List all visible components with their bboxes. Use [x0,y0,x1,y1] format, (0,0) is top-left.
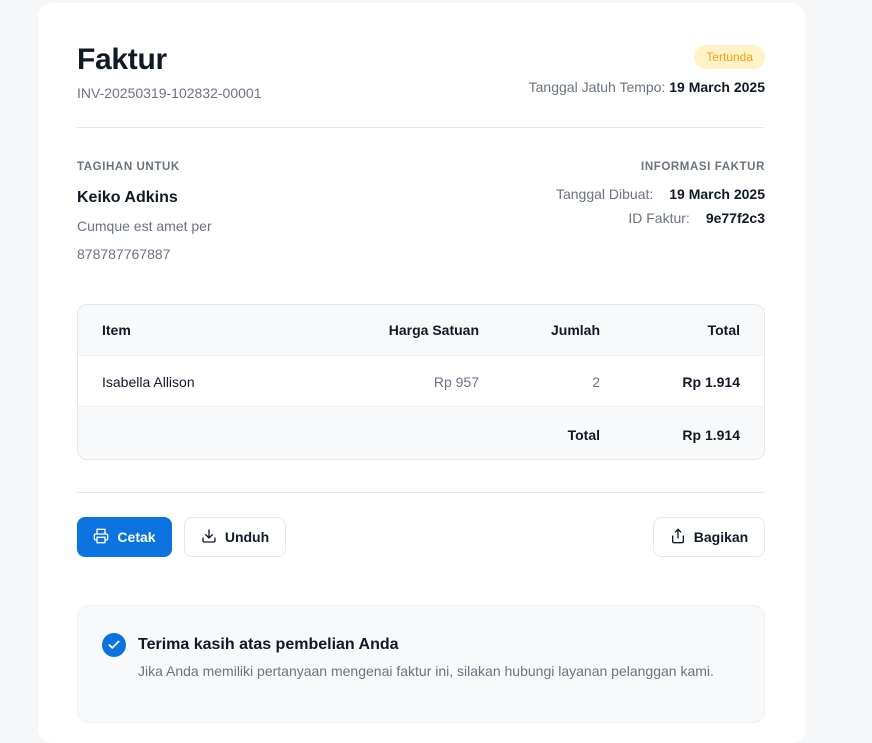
due-date: Tanggal Jatuh Tempo: 19 March 2025 [529,79,765,95]
share-icon [670,528,686,547]
row-item: Isabella Allison [102,374,195,390]
invoice-card: Faktur INV-20250319-102832-00001 Tertund… [38,3,805,743]
customer-phone: 878787767887 [77,246,171,262]
print-button[interactable]: Cetak [77,517,172,557]
table-row: Isabella Allison Rp 957 2 Rp 1.914 [78,355,764,407]
thank-you-message: Jika Anda memiliki pertanyaan mengenai f… [138,663,714,679]
due-date-value: 19 March 2025 [669,79,765,95]
table-footer: Total Rp 1.914 [78,407,764,459]
download-button[interactable]: Unduh [184,517,286,557]
share-button-label: Bagikan [693,529,749,545]
bill-to-label: TAGIHAN UNTUK [77,161,180,173]
header-item: Item [102,322,131,338]
footer-total-label: Total [567,427,600,443]
page-title: Faktur [77,43,167,76]
footer-total-value: Rp 1.914 [682,427,740,443]
customer-address: Cumque est amet per [77,218,212,234]
download-button-label: Unduh [224,529,270,545]
divider [77,492,765,493]
row-qty: 2 [592,374,600,390]
divider [77,127,765,128]
status-badge: Tertunda [694,45,765,69]
thank-you-box: Terima kasih atas pembelian Anda Jika An… [77,605,765,723]
items-table: Item Harga Satuan Jumlah Total Isabella … [77,304,765,460]
download-icon [201,528,217,547]
row-price: Rp 957 [433,374,479,390]
invoice-id-label: ID Faktur: [628,210,690,226]
header-price: Harga Satuan [388,322,479,338]
share-button[interactable]: Bagikan [653,517,765,557]
row-total: Rp 1.914 [682,374,740,390]
printer-icon [93,528,109,547]
created-date-row: Tanggal Dibuat: 19 March 2025 [556,186,765,202]
print-button-label: Cetak [117,529,156,545]
thank-you-title: Terima kasih atas pembelian Anda [138,636,399,653]
due-date-label: Tanggal Jatuh Tempo: [528,79,666,95]
invoice-id-row: ID Faktur: 9e77f2c3 [628,210,765,226]
table-header: Item Harga Satuan Jumlah Total [78,305,764,355]
header-total: Total [707,322,740,338]
check-circle-icon [102,633,126,657]
invoice-id-value: 9e77f2c3 [705,210,765,226]
created-date-value: 19 March 2025 [669,186,765,202]
customer-name: Keiko Adkins [77,189,178,206]
invoice-number: INV-20250319-102832-00001 [77,85,262,101]
created-date-label: Tanggal Dibuat: [555,186,654,202]
invoice-info-label: INFORMASI FAKTUR [641,161,765,173]
header-qty: Jumlah [550,322,600,338]
